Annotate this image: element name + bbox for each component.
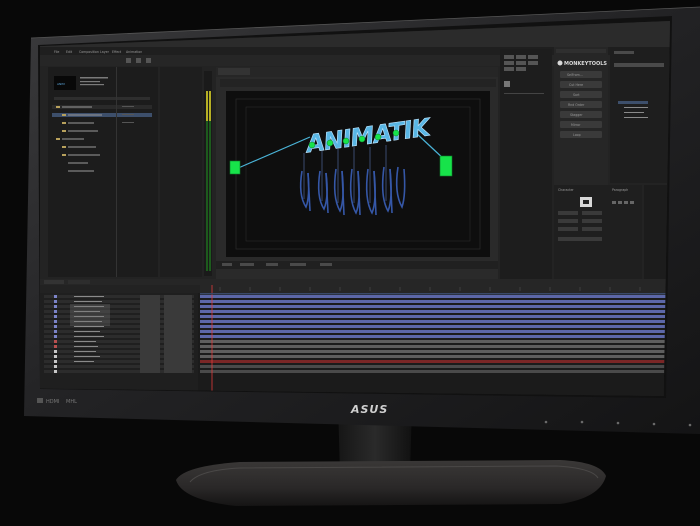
null-right — [439, 155, 453, 177]
svg-text:Edit: Edit — [66, 50, 73, 54]
menu-file[interactable]: File — [54, 50, 59, 54]
svg-text:SelFrom...: SelFrom... — [567, 73, 583, 77]
asus-logo: ASUS — [350, 403, 388, 416]
plugin-button[interactable] — [560, 91, 602, 98]
after-effects-window: File Edit Composition Layer Effect Anima… — [40, 21, 670, 396]
svg-text:Mirror: Mirror — [571, 123, 581, 127]
svg-text:Effect: Effect — [112, 50, 122, 54]
plugin-button[interactable] — [560, 121, 602, 128]
paragraph-tab: Paragraph — [612, 188, 628, 192]
character-tab: Character — [558, 188, 574, 192]
plugin-button[interactable] — [560, 131, 602, 138]
monkey-icon — [557, 60, 563, 66]
monkeytools-logo: MONKEYTOOLS — [564, 61, 607, 67]
svg-text:Sort: Sort — [573, 93, 580, 97]
svg-text:MHL: MHL — [66, 399, 77, 405]
svg-text:HDMI: HDMI — [46, 399, 59, 405]
svg-text:Stagger: Stagger — [570, 113, 583, 117]
svg-text:Cut Here: Cut Here — [569, 83, 583, 87]
null-left — [229, 160, 241, 175]
svg-text:Animation: Animation — [126, 50, 142, 54]
svg-text:Rnd Order: Rnd Order — [568, 103, 585, 107]
svg-text:ANIM: ANIM — [57, 82, 65, 86]
svg-text:Composition: Composition — [79, 50, 99, 54]
after-effects-ui: File Edit Composition Layer Effect Anima… — [40, 21, 670, 396]
svg-text:Loop: Loop — [573, 133, 581, 137]
svg-text:Layer: Layer — [100, 50, 110, 54]
